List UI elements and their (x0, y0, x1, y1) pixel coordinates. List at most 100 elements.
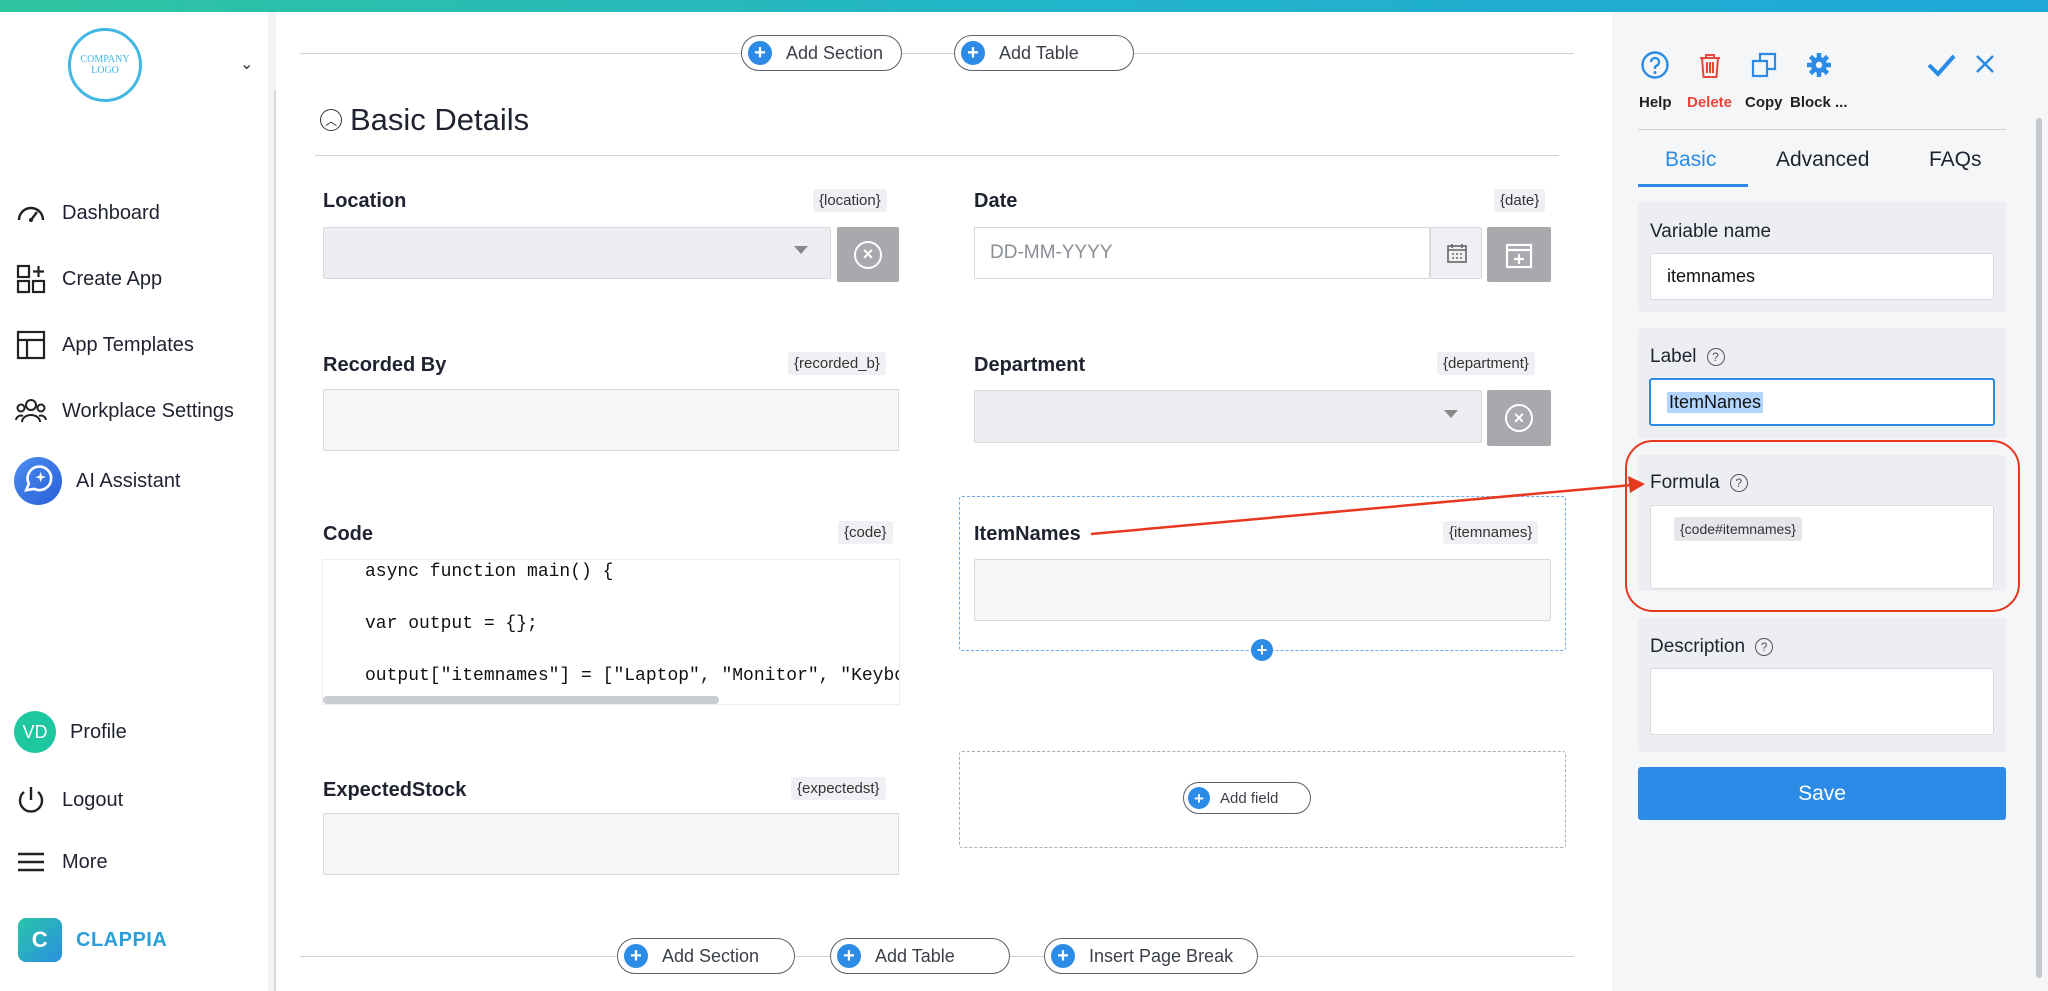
sidebar-item-dashboard[interactable]: Dashboard (14, 196, 160, 230)
power-icon (18, 787, 44, 813)
tab-faqs[interactable]: FAQs (1929, 148, 1982, 172)
description-input[interactable] (1650, 668, 1994, 735)
date-picker-button[interactable] (1487, 227, 1551, 282)
toolbar-divider (1638, 129, 2006, 130)
create-app-icon (16, 264, 46, 294)
collapse-chevron-icon[interactable]: ︿ (320, 109, 342, 131)
top-divider (300, 53, 1574, 54)
dropdown-arrow-icon (1444, 410, 1458, 418)
department-dropdown[interactable] (974, 390, 1482, 443)
add-table-button-bottom[interactable]: + Add Table (830, 938, 1010, 974)
variable-tag-itemnames: {itemnames} (1443, 521, 1539, 544)
button-label: Add Section (786, 42, 884, 63)
date-placeholder: DD-MM-YYYY (990, 242, 1113, 263)
sidebar-item-label: Create App (62, 267, 163, 290)
location-clear-button[interactable]: × (837, 227, 899, 282)
variable-tag-department: {department} (1437, 352, 1535, 375)
sidebar-item-label: Profile (70, 720, 127, 743)
panel-scrollbar[interactable] (2036, 118, 2042, 978)
sidebar-item-label: More (62, 850, 108, 873)
button-label: Copy (1745, 94, 1783, 111)
variable-name-input[interactable]: itemnames (1650, 253, 1994, 300)
variable-tag-code: {code} (838, 521, 893, 544)
button-label: Add Section (662, 945, 760, 966)
insert-page-break-button[interactable]: + Insert Page Break (1044, 938, 1258, 974)
code-editor[interactable]: async function main() { var output = {};… (323, 560, 899, 704)
variable-tag-expectedstock: {expectedst} (791, 777, 886, 800)
section-divider (315, 155, 1559, 156)
plus-icon: + (748, 41, 772, 65)
plus-icon: + (624, 944, 648, 968)
sidebar-item-profile[interactable]: VD Profile (14, 711, 127, 753)
chevron-down-icon[interactable]: ⌄ (240, 54, 253, 74)
sidebar-item-label: App Templates (62, 333, 194, 356)
add-field-below-icon[interactable]: + (1251, 639, 1273, 661)
calendar-button[interactable] (1430, 227, 1482, 279)
label-label-text: Label (1650, 346, 1697, 367)
sidebar-item-logout[interactable]: Logout (14, 783, 123, 817)
label-label: Label? (1650, 346, 1725, 368)
button-label: Insert Page Break (1089, 945, 1234, 966)
sidebar-item-more[interactable]: More (14, 845, 108, 879)
label-input[interactable]: ItemNames (1649, 378, 1995, 426)
active-tab-indicator (1638, 184, 1748, 187)
variable-tag-location: {location} (813, 189, 887, 212)
confirm-checkmark-icon[interactable] (1925, 50, 1957, 85)
brand: C CLAPPIA (18, 918, 167, 962)
itemnames-input[interactable] (974, 559, 1551, 621)
add-field-button[interactable]: + Add field (1183, 782, 1311, 814)
button-label: Add Table (875, 945, 955, 966)
button-label: Delete (1687, 94, 1733, 111)
button-label: Help (1639, 94, 1672, 111)
field-label-date: Date (974, 190, 1018, 212)
sidebar-item-create-app[interactable]: Create App (14, 262, 162, 296)
block-settings-button[interactable]: Block ... (1790, 50, 1848, 111)
save-button[interactable]: Save (1638, 767, 2006, 820)
delete-button[interactable]: Delete (1687, 50, 1732, 111)
code-line: var output = {}; (365, 614, 538, 634)
expectedstock-input[interactable] (323, 813, 899, 875)
sidebar-item-label: Dashboard (62, 201, 160, 224)
location-dropdown[interactable] (323, 227, 831, 279)
variable-name-value: itemnames (1667, 266, 1756, 286)
copy-icon (1749, 50, 1779, 80)
field-label-itemnames: ItemNames (974, 523, 1081, 545)
field-label-location: Location (323, 190, 407, 212)
variable-tag-recorded-by: {recorded_b} (788, 352, 886, 375)
tab-basic[interactable]: Basic (1665, 148, 1716, 172)
close-icon[interactable] (1973, 52, 1997, 81)
brand-name: CLAPPIA (76, 928, 168, 951)
help-tooltip-icon[interactable]: ? (1755, 637, 1774, 656)
sidebar-item-label: Logout (62, 788, 124, 811)
sidebar-item-workplace-settings[interactable]: Workplace Settings (14, 394, 234, 428)
button-label: Add field (1220, 789, 1279, 807)
field-label-department: Department (974, 354, 1086, 376)
sidebar-scrollbar[interactable] (268, 12, 277, 991)
annotation-highlight (1625, 440, 2020, 612)
code-horizontal-scrollbar[interactable] (323, 696, 719, 704)
top-accent-bar (0, 0, 2048, 12)
description-label: Description? (1650, 636, 1774, 658)
add-section-button-top[interactable]: + Add Section (741, 35, 903, 71)
trash-icon (1695, 50, 1725, 80)
section-title[interactable]: ︿ Basic Details (320, 102, 529, 138)
ai-assistant-icon (14, 457, 62, 505)
sidebar-item-app-templates[interactable]: App Templates (14, 328, 194, 362)
copy-button[interactable]: Copy (1745, 50, 1783, 111)
gauge-icon (17, 206, 45, 222)
company-logo[interactable]: COMPANY LOGO (68, 28, 142, 102)
sidebar-item-ai-assistant[interactable]: AI Assistant (14, 457, 181, 505)
help-tooltip-icon[interactable]: ? (1706, 347, 1725, 366)
help-button[interactable]: Help (1639, 50, 1672, 111)
label-value: ItemNames (1667, 391, 1764, 413)
description-label-text: Description (1650, 636, 1746, 657)
tab-advanced[interactable]: Advanced (1776, 148, 1869, 172)
button-label: Add Table (999, 42, 1079, 63)
templates-icon (16, 330, 46, 360)
add-section-button-bottom[interactable]: + Add Section (617, 938, 795, 974)
calendar-icon (1447, 244, 1467, 263)
hamburger-menu-icon (18, 852, 44, 872)
department-clear-button[interactable]: × (1487, 390, 1551, 446)
add-table-button-top[interactable]: + Add Table (954, 35, 1134, 71)
recorded-by-input[interactable] (323, 389, 899, 451)
